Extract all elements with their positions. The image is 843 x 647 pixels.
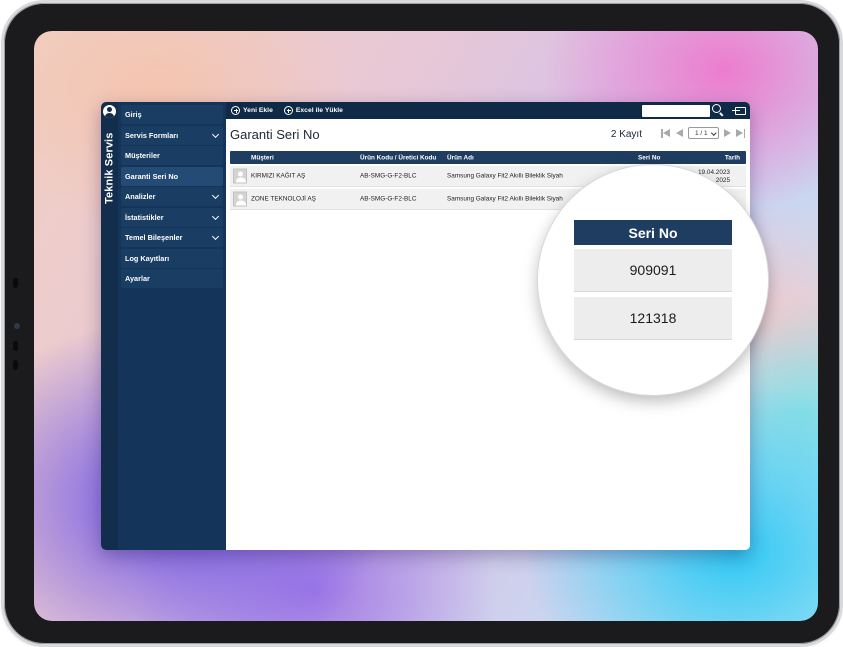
- cell-product: Samsung Galaxy Fit2 Akıllı Bileklik Siya…: [447, 195, 563, 203]
- side-button: [13, 341, 18, 351]
- cell-code: AB-SMG-G-F2-BLC: [360, 172, 417, 180]
- column-header-product[interactable]: Ürün Adı: [447, 154, 474, 161]
- sidebar-item-label: İstatistikler: [125, 212, 164, 222]
- customer-avatar-icon: [233, 168, 247, 184]
- column-header-customer[interactable]: Müşteri: [251, 154, 274, 161]
- sidebar-item-analizler[interactable]: Analizler: [121, 187, 223, 206]
- sidebar-item-servis-formlari[interactable]: Servis Formları: [121, 125, 223, 145]
- first-page-icon[interactable]: [661, 128, 671, 138]
- sidebar-item-label: Servis Formları: [125, 130, 179, 140]
- sidebar-item-temel-bilesenler[interactable]: Temel Bileşenler: [121, 228, 223, 247]
- new-button[interactable]: Yeni Ekle: [231, 106, 273, 115]
- page-select[interactable]: 1 / 1: [688, 127, 719, 139]
- previous-page-icon[interactable]: [674, 128, 684, 138]
- side-button: [13, 360, 18, 370]
- column-header-date[interactable]: Tarih: [725, 154, 740, 161]
- side-button: [13, 278, 18, 288]
- top-toolbar: Yeni Ekle Excel ile Yükle: [226, 102, 750, 119]
- column-header-serial[interactable]: Seri No: [638, 154, 660, 161]
- sidebar: Giriş Servis Formları Müşteriler Garanti…: [118, 102, 226, 550]
- chevron-down-icon: [211, 191, 220, 200]
- cell-customer: KIRMIZI KAĞIT AŞ: [251, 172, 306, 180]
- cell-customer: ZONE TEKNOLOJİ AŞ: [251, 195, 316, 203]
- excel-upload-label: Excel ile Yükle: [295, 107, 343, 114]
- chevron-down-icon: [211, 130, 220, 138]
- user-avatar-icon[interactable]: [103, 105, 116, 118]
- sidebar-item-giris[interactable]: Giriş: [121, 105, 223, 124]
- search-icon[interactable]: [712, 104, 724, 116]
- brand-title: Teknik Servis: [103, 132, 116, 204]
- customer-avatar-icon: [233, 191, 247, 207]
- page-title: Garanti Seri No: [230, 127, 320, 142]
- sidebar-item-label: Giriş: [125, 110, 142, 119]
- magnified-serial-cell: 121318: [574, 297, 732, 340]
- pagination: 1 / 1: [661, 127, 745, 139]
- record-count: 2 Kayıt: [610, 129, 642, 140]
- chevron-down-icon: [710, 129, 716, 135]
- sidebar-item-musteriler[interactable]: Müşteriler: [121, 146, 223, 165]
- sidebar-item-label: Analizler: [125, 192, 156, 201]
- cell-code: AB-SMG-G-F2-BLC: [360, 195, 417, 203]
- page-select-value: 1 / 1: [695, 129, 708, 137]
- new-button-label: Yeni Ekle: [243, 107, 273, 114]
- last-page-icon[interactable]: [735, 128, 745, 138]
- magnified-serial-header: Seri No: [574, 220, 732, 245]
- sidebar-item-label: Ayarlar: [125, 274, 150, 283]
- plus-circle-icon: [231, 106, 240, 115]
- logout-icon[interactable]: [732, 106, 746, 115]
- sidebar-item-garanti-seri-no[interactable]: Garanti Seri No: [121, 166, 223, 186]
- sidebar-item-label: Log Kayıtları: [125, 253, 170, 263]
- cell-product: Samsung Galaxy Fit2 Akıllı Bileklik Siya…: [447, 172, 563, 180]
- sidebar-item-ayarlar[interactable]: Ayarlar: [121, 269, 223, 288]
- excel-upload-button[interactable]: Excel ile Yükle: [283, 106, 343, 115]
- sidebar-item-log-kayitlari[interactable]: Log Kayıtları: [121, 248, 223, 268]
- next-page-icon[interactable]: [723, 128, 733, 138]
- table-header: Müşteri Ürün Kodu / Üretici Kodu Ürün Ad…: [230, 151, 746, 164]
- search-input[interactable]: [642, 105, 710, 117]
- column-header-code[interactable]: Ürün Kodu / Üretici Kodu: [360, 154, 436, 161]
- chevron-down-icon: [211, 232, 220, 241]
- plus-circle-icon: [283, 106, 293, 115]
- camera-dot: [14, 323, 20, 329]
- sidebar-item-label: Müşteriler: [125, 151, 160, 160]
- sidebar-item-label: Temel Bileşenler: [125, 233, 183, 242]
- magnifier-callout: Seri No 909091 121318: [538, 165, 768, 395]
- sidebar-item-label: Garanti Seri No: [125, 171, 179, 181]
- chevron-down-icon: [211, 212, 220, 220]
- sidebar-item-istatistikler[interactable]: İstatistikler: [121, 207, 223, 227]
- brand-rail: Teknik Servis: [101, 102, 118, 550]
- magnified-serial-cell: 909091: [574, 249, 732, 292]
